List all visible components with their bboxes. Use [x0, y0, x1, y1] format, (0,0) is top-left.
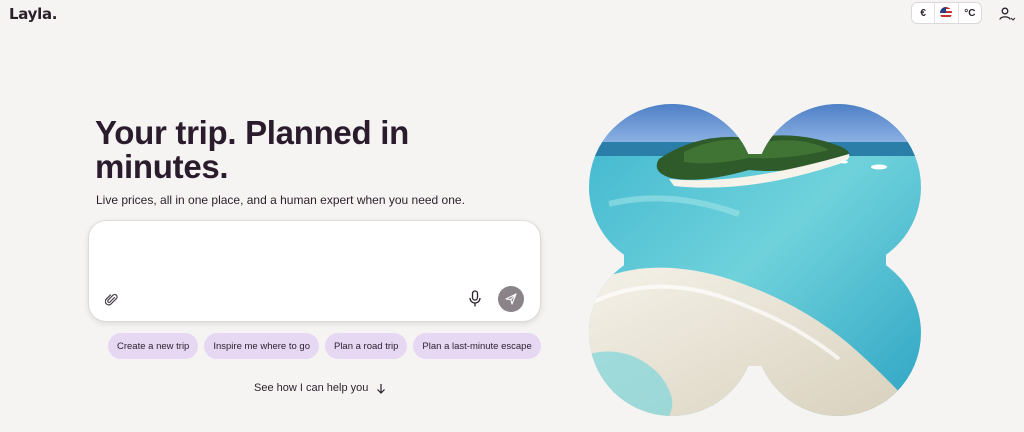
see-how-label: See how I can help you	[254, 382, 369, 394]
chip-road-trip[interactable]: Plan a road trip	[324, 333, 408, 359]
see-how-link[interactable]: See how I can help you	[254, 382, 386, 394]
paperclip-icon	[104, 293, 118, 306]
page-subtitle: Live prices, all in one place, and a hum…	[96, 193, 465, 207]
logo[interactable]: Layla.	[9, 5, 57, 23]
voice-input-button[interactable]	[468, 290, 482, 308]
hero-image	[589, 104, 921, 416]
chip-inspire-me[interactable]: Inspire me where to go	[204, 333, 319, 359]
currency-button[interactable]: €	[912, 3, 936, 23]
trip-prompt-input[interactable]	[103, 233, 523, 283]
us-flag-icon	[940, 7, 953, 19]
page-title: Your trip. Planned in minutes.	[95, 114, 409, 185]
language-button[interactable]	[935, 3, 959, 23]
chat-input-box	[88, 220, 541, 322]
account-menu-button[interactable]	[998, 6, 1016, 22]
send-icon	[505, 293, 517, 305]
preferences-group: € °C	[911, 2, 982, 24]
suggestion-chips: Create a new trip Inspire me where to go…	[108, 333, 541, 359]
user-icon	[999, 7, 1016, 21]
attach-button[interactable]	[104, 293, 119, 307]
chip-last-minute-escape[interactable]: Plan a last-minute escape	[413, 333, 541, 359]
chip-create-new-trip[interactable]: Create a new trip	[108, 333, 199, 359]
arrow-down-icon	[377, 383, 386, 394]
send-button[interactable]	[498, 286, 524, 312]
microphone-icon	[469, 290, 481, 307]
temperature-unit-button[interactable]: °C	[959, 3, 981, 23]
